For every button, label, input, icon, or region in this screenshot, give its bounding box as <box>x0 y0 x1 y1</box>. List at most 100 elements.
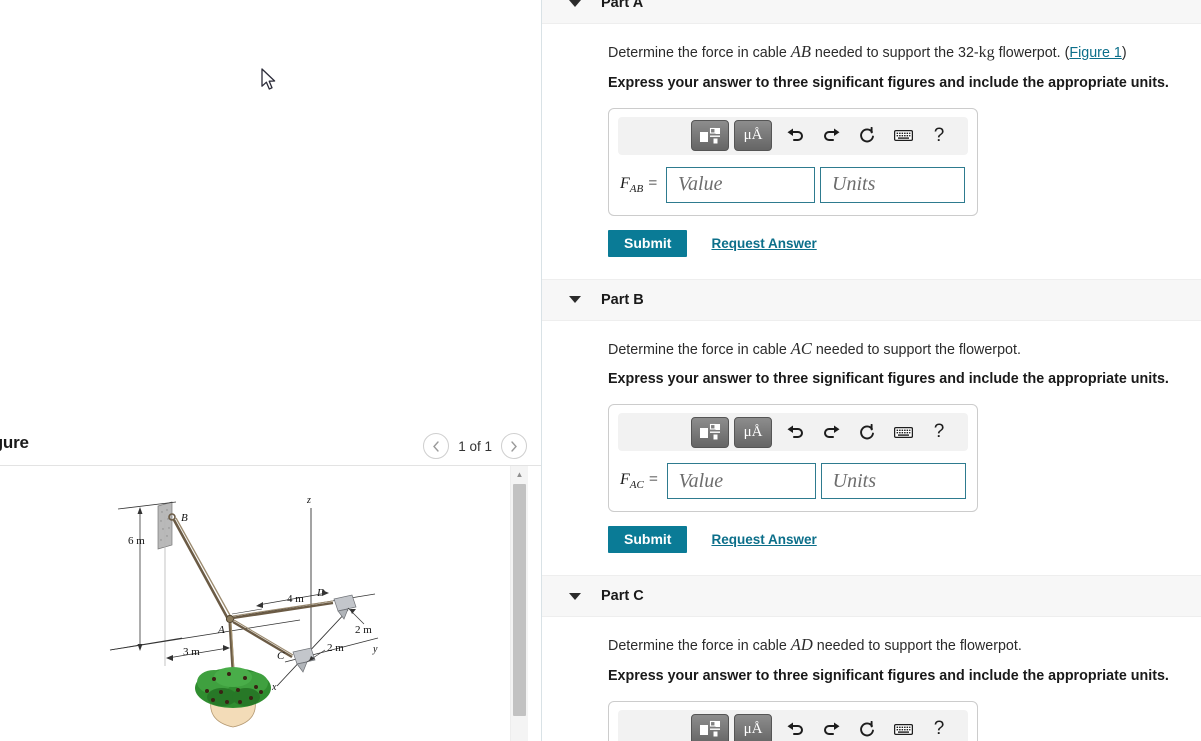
q-prefix: Determine the force in cable <box>608 638 791 655</box>
micro-angstrom-units-icon[interactable]: μÅ <box>734 713 772 741</box>
part-a-value-input[interactable] <box>666 166 816 203</box>
svg-text:6 m: 6 m <box>128 535 145 547</box>
part-a-answer-row: FAB = <box>618 166 968 203</box>
math-template-icon[interactable] <box>691 713 729 741</box>
part-b-submit-button[interactable]: Submit <box>608 526 688 554</box>
undo-icon[interactable] <box>777 417 813 447</box>
svg-text:3 m: 3 m <box>183 646 200 658</box>
redo-icon[interactable] <box>813 121 849 151</box>
figure-image: B 6 m z y x A D C 4 m 3 m 2 m 2 m <box>0 466 520 741</box>
part-b-button-row: Submit Request Answer <box>608 526 1201 554</box>
part-b-units-input[interactable] <box>820 463 966 500</box>
figure-next-button[interactable] <box>501 433 527 459</box>
undo-icon[interactable] <box>777 121 813 151</box>
q-mid: needed to support the 32- <box>810 45 979 61</box>
svg-text:A: A <box>217 624 225 636</box>
keyboard-icon[interactable] <box>885 714 921 741</box>
part-c-header[interactable]: Part C <box>542 575 1201 618</box>
part-a-answer-box: μÅ ? FAB = Value Units <box>608 107 978 216</box>
units-button-label: μÅ <box>743 423 763 440</box>
math-template-icon[interactable] <box>691 416 729 448</box>
caret-down-icon <box>569 0 581 7</box>
part-a-header[interactable]: Part A <box>542 0 1201 24</box>
cable-name: AB <box>790 42 811 61</box>
help-icon[interactable]: ? <box>921 121 957 151</box>
part-b-variable-label: FAC = <box>620 471 659 492</box>
part-b-instruction: Express your answer to three significant… <box>608 371 1169 388</box>
part-c-answer-box: μÅ ? <box>608 701 978 741</box>
part-b-answer-row: FAC = <box>618 463 968 500</box>
part-a-instruction: Express your answer to three significant… <box>608 74 1169 91</box>
part-b-toolbar: μÅ ? <box>618 413 968 452</box>
help-icon[interactable]: ? <box>921 714 957 741</box>
figure-panel: Figure 1 of 1 <box>0 0 542 741</box>
part-a-variable-label: FAB = <box>620 174 659 195</box>
figure-pager: 1 of 1 <box>423 433 527 459</box>
keyboard-icon[interactable] <box>885 417 921 447</box>
help-icon[interactable]: ? <box>921 417 957 447</box>
caret-down-icon <box>569 592 581 600</box>
svg-text:y: y <box>372 644 378 655</box>
q-suffix: needed to support the flowerpot. <box>811 341 1021 358</box>
part-c-toolbar: μÅ ? <box>618 710 968 741</box>
figure-prev-button[interactable] <box>423 433 450 459</box>
svg-text:B: B <box>181 512 188 524</box>
svg-text:x: x <box>271 682 277 693</box>
part-b-question: Determine the force in cable AC needed t… <box>608 338 1201 360</box>
svg-text:2 m: 2 m <box>355 624 372 636</box>
part-b-body: Determine the force in cable AC needed t… <box>542 338 1201 554</box>
q-end: ) <box>1121 45 1127 61</box>
part-a-button-row: Submit Request Answer <box>608 229 1201 257</box>
cable-name: AC <box>790 338 812 358</box>
part-b-answer-box: μÅ ? FAC = Value Units <box>608 404 978 513</box>
part-c-label: Part C <box>601 588 644 605</box>
mass-unit: kg <box>978 44 995 61</box>
chevron-right-icon <box>511 440 517 452</box>
figure-page-label: 1 of 1 <box>458 438 492 454</box>
figure-viewport[interactable]: B 6 m z y x A D C 4 m 3 m 2 m 2 m <box>0 466 541 741</box>
q-prefix: Determine the force in cable <box>608 45 791 61</box>
q-suffix: flowerpot. ( <box>994 45 1070 61</box>
reset-icon[interactable] <box>849 417 885 447</box>
figure-1-link[interactable]: Figure 1 <box>1069 45 1121 61</box>
part-a-toolbar: μÅ ? <box>618 116 968 155</box>
reset-icon[interactable] <box>849 714 885 741</box>
keyboard-icon[interactable] <box>885 121 921 151</box>
part-a-units-input[interactable] <box>820 166 966 203</box>
part-a-question: Determine the force in cable AB needed t… <box>608 41 1201 64</box>
redo-icon[interactable] <box>813 714 849 741</box>
part-b-value-input[interactable] <box>666 463 816 500</box>
micro-angstrom-units-icon[interactable]: μÅ <box>734 120 772 152</box>
scrollbar-thumb[interactable] <box>513 484 526 716</box>
part-b-request-answer-link[interactable]: Request Answer <box>711 532 816 547</box>
part-c-instruction: Express your answer to three significant… <box>608 667 1169 684</box>
q-suffix: needed to support the flowerpot. <box>812 638 1022 655</box>
svg-text:z: z <box>306 495 311 506</box>
units-button-label: μÅ <box>743 127 763 144</box>
redo-icon[interactable] <box>813 417 849 447</box>
q-prefix: Determine the force in cable <box>608 341 791 358</box>
part-b-header[interactable]: Part B <box>542 278 1201 321</box>
cable-name: AD <box>790 635 813 655</box>
caret-down-icon <box>569 296 581 304</box>
part-b-label: Part B <box>601 291 644 308</box>
part-c-question: Determine the force in cable AD needed t… <box>608 634 1201 656</box>
svg-text:4 m: 4 m <box>287 593 304 605</box>
part-a-submit-button[interactable]: Submit <box>608 229 688 257</box>
svg-text:C: C <box>277 650 285 662</box>
scroll-up-arrow-icon[interactable]: ▲ <box>511 466 528 482</box>
figure-scrollbar[interactable]: ▲ <box>510 466 528 741</box>
figure-panel-title: Figure <box>0 433 29 452</box>
svg-text:2 m: 2 m <box>327 642 344 654</box>
part-a-body: Determine the force in cable AB needed t… <box>542 41 1201 257</box>
units-button-label: μÅ <box>743 720 763 737</box>
part-a-label: Part A <box>601 0 644 11</box>
reset-icon[interactable] <box>849 121 885 151</box>
undo-icon[interactable] <box>777 714 813 741</box>
part-a-request-answer-link[interactable]: Request Answer <box>711 236 816 251</box>
parts-panel: Part A Determine the force in cable AB n… <box>542 0 1201 741</box>
math-template-icon[interactable] <box>691 120 729 152</box>
micro-angstrom-units-icon[interactable]: μÅ <box>734 416 772 448</box>
part-c-body: Determine the force in cable AD needed t… <box>542 634 1201 741</box>
problem-page: Figure 1 of 1 <box>0 0 1201 741</box>
